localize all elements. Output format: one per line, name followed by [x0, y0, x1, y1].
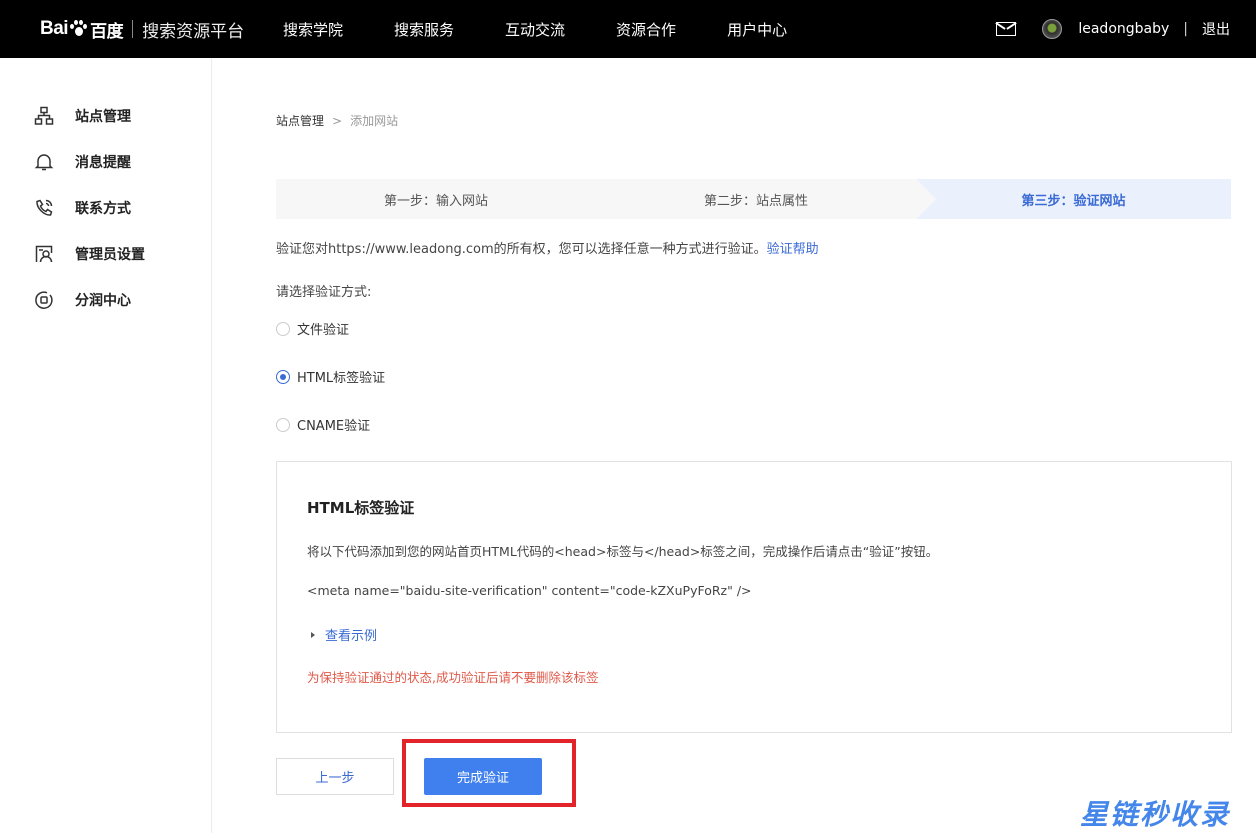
option-html-tag-verify[interactable]: HTML标签验证 [276, 367, 385, 386]
radio-button-checked[interactable] [276, 369, 290, 384]
step-2-label: 第二步：站点属性 [703, 193, 808, 209]
bell-icon [34, 152, 54, 172]
site-tree-icon [34, 106, 54, 126]
choose-method-label: 请选择验证方式: [276, 285, 372, 300]
logo-mark: Bai 百度 [40, 18, 124, 41]
option-cname-verify[interactable]: CNAME验证 [276, 415, 370, 434]
baidu-logo[interactable]: Bai 百度 搜索资源平台 [40, 13, 244, 45]
verify-help-link[interactable]: 验证帮助 [767, 242, 819, 257]
verify-description: 验证您对https://www.leadong.com的所有权，您可以选择任意一… [276, 238, 819, 257]
option-label: 文件验证 [297, 323, 350, 338]
step-1: 第一步：输入网站 [276, 179, 596, 219]
sidebar-item-label: 联系方式 [75, 201, 131, 217]
username[interactable]: leadongbaby [1078, 21, 1169, 37]
nav-search-academy[interactable]: 搜索学院 [283, 19, 343, 40]
description-text: 验证您对https://www.leadong.com的所有权，您可以选择任意一… [276, 242, 767, 257]
sidebar-item-revenue[interactable]: 分润中心 [34, 290, 131, 310]
phone-icon [34, 198, 54, 218]
nav-resource-coop[interactable]: 资源合作 [616, 19, 676, 40]
header-separator: | [1183, 21, 1188, 37]
platform-name: 搜索资源平台 [142, 21, 245, 42]
html-verify-panel: HTML标签验证 将以下代码添加到您的网站首页HTML代码的<head>标签与<… [276, 461, 1232, 733]
sidebar: 站点管理 消息提醒 联系方式 管理员设置 分润中心 [0, 58, 212, 833]
step-3-label: 第三步：验证网站 [1021, 193, 1126, 209]
sidebar-item-messages[interactable]: 消息提醒 [34, 152, 131, 172]
main-nav: 搜索学院 搜索服务 互动交流 资源合作 用户中心 [283, 0, 838, 58]
warning-text: 为保持验证通过的状态,成功验证后请不要删除该标签 [307, 670, 599, 685]
option-label: HTML标签验证 [297, 371, 386, 386]
panel-instruction: 将以下代码添加到您的网站首页HTML代码的<head>标签与</head>标签之… [307, 544, 939, 559]
sidebar-item-label: 分润中心 [75, 293, 131, 309]
view-example-label: 查看示例 [325, 629, 378, 644]
breadcrumb-separator: > [332, 113, 343, 128]
radio-button[interactable] [276, 321, 290, 336]
step-arrow [916, 179, 936, 219]
step-2: 第二步：站点属性 [596, 179, 936, 219]
complete-verify-button[interactable]: 完成验证 [424, 758, 542, 795]
admin-user-icon [34, 244, 54, 264]
sidebar-item-admin[interactable]: 管理员设置 [34, 244, 145, 264]
step-progress: 第一步：输入网站 第二步：站点属性 第三步：验证网站 [276, 179, 1231, 219]
step-1-label: 第一步：输入网站 [383, 193, 488, 209]
sidebar-item-label: 消息提醒 [75, 155, 131, 171]
breadcrumb: 站点管理 > 添加网站 [276, 112, 398, 129]
top-navbar: Bai 百度 搜索资源平台 搜索学院 搜索服务 互动交流 资源合作 用户中心 l… [0, 0, 1256, 58]
coin-icon [34, 290, 54, 310]
sidebar-item-contact[interactable]: 联系方式 [34, 198, 131, 218]
mail-icon[interactable] [996, 22, 1017, 36]
option-label: CNAME验证 [297, 419, 371, 434]
caret-right-icon [311, 631, 315, 638]
nav-user-center[interactable]: 用户中心 [727, 19, 787, 40]
view-example-toggle[interactable]: 查看示例 [311, 625, 377, 644]
option-file-verify[interactable]: 文件验证 [276, 319, 349, 338]
sidebar-item-label: 站点管理 [75, 109, 131, 125]
header-user-tools: leadongbaby | 退出 [996, 0, 1230, 58]
radio-button[interactable] [276, 417, 290, 432]
nav-interaction[interactable]: 互动交流 [505, 19, 565, 40]
breadcrumb-current: 添加网站 [350, 114, 399, 128]
paw-icon [69, 20, 88, 38]
watermark: 星链秒收录 [1079, 798, 1230, 831]
panel-title: HTML标签验证 [307, 499, 415, 517]
step-3-active: 第三步：验证网站 [916, 179, 1231, 219]
breadcrumb-root[interactable]: 站点管理 [276, 112, 324, 129]
avatar[interactable] [1042, 19, 1063, 39]
verification-code[interactable]: <meta name="baidu-site-verification" con… [307, 583, 752, 598]
sidebar-item-label: 管理员设置 [75, 247, 145, 263]
logout-link[interactable]: 退出 [1202, 19, 1230, 39]
nav-search-service[interactable]: 搜索服务 [394, 19, 454, 40]
sidebar-item-site-manage[interactable]: 站点管理 [34, 106, 131, 126]
prev-step-button[interactable]: 上一步 [276, 758, 394, 795]
logo-divider [132, 20, 134, 38]
